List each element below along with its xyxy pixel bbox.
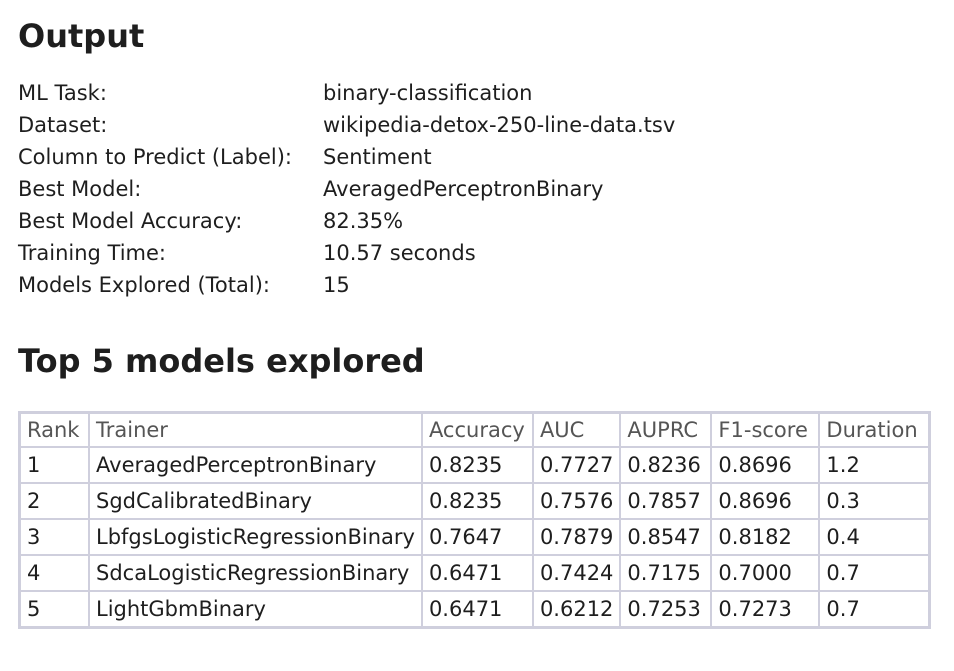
cell-rank: 1 — [18, 446, 90, 484]
summary-row-ml-task: ML Task: binary-classification — [18, 77, 818, 109]
output-heading: Output — [18, 17, 145, 55]
cell-auc: 0.7879 — [531, 518, 622, 556]
cell-duration: 0.4 — [818, 518, 931, 556]
summary-value: AveragedPerceptronBinary — [323, 177, 604, 201]
summary-value: wikipedia-detox-250-line-data.tsv — [323, 113, 676, 137]
cell-trainer: LightGbmBinary — [88, 590, 423, 629]
summary-label: ML Task: — [18, 81, 107, 105]
cell-auc: 0.7727 — [531, 446, 622, 484]
summary-row-training-time: Training Time: 10.57 seconds — [18, 237, 818, 269]
table-row: 5 LightGbmBinary 0.6471 0.6212 0.7253 0.… — [18, 590, 931, 629]
cell-auprc: 0.7857 — [619, 482, 713, 520]
cell-duration: 0.7 — [818, 590, 931, 629]
column-header-trainer: Trainer — [88, 411, 423, 448]
column-header-rank: Rank — [18, 411, 90, 448]
column-header-f1-score: F1-score — [710, 411, 821, 448]
summary-label: Models Explored (Total): — [18, 273, 270, 297]
cell-auc: 0.6212 — [531, 590, 622, 629]
cell-auc: 0.7576 — [531, 482, 622, 520]
cell-auc: 0.7424 — [531, 554, 622, 592]
column-header-auc: AUC — [531, 411, 622, 448]
cell-f1-score: 0.7000 — [710, 554, 821, 592]
summary-row-models-explored: Models Explored (Total): 15 — [18, 269, 818, 301]
cell-duration: 0.3 — [818, 482, 931, 520]
table-header-row: Rank Trainer Accuracy AUC AUPRC F1-score… — [18, 411, 931, 448]
output-summary: ML Task: binary-classification Dataset: … — [18, 77, 818, 301]
top-models-table: Rank Trainer Accuracy AUC AUPRC F1-score… — [18, 411, 932, 629]
cell-rank: 2 — [18, 482, 90, 520]
summary-value: 82.35% — [323, 209, 404, 233]
cell-rank: 3 — [18, 518, 90, 556]
column-header-accuracy: Accuracy — [420, 411, 534, 448]
summary-value: binary-classification — [323, 81, 533, 105]
summary-value: Sentiment — [323, 145, 432, 169]
cell-duration: 0.7 — [818, 554, 931, 592]
summary-value: 10.57 seconds — [323, 241, 476, 265]
table-row: 2 SgdCalibratedBinary 0.8235 0.7576 0.78… — [18, 482, 931, 520]
cell-f1-score: 0.8696 — [710, 446, 821, 484]
cell-rank: 4 — [18, 554, 90, 592]
summary-label: Dataset: — [18, 113, 108, 137]
cell-auprc: 0.7175 — [619, 554, 713, 592]
summary-row-best-accuracy: Best Model Accuracy: 82.35% — [18, 205, 818, 237]
summary-row-label-column: Column to Predict (Label): Sentiment — [18, 141, 818, 173]
summary-row-best-model: Best Model: AveragedPerceptronBinary — [18, 173, 818, 205]
cell-accuracy: 0.8235 — [420, 482, 534, 520]
table-row: 4 SdcaLogisticRegressionBinary 0.6471 0.… — [18, 554, 931, 592]
cell-duration: 1.2 — [818, 446, 931, 484]
cell-f1-score: 0.7273 — [710, 590, 821, 629]
cell-f1-score: 0.8182 — [710, 518, 821, 556]
column-header-duration: Duration — [818, 411, 931, 448]
table-row: 1 AveragedPerceptronBinary 0.8235 0.7727… — [18, 446, 931, 484]
cell-accuracy: 0.6471 — [420, 590, 534, 629]
cell-rank: 5 — [18, 590, 90, 629]
summary-row-dataset: Dataset: wikipedia-detox-250-line-data.t… — [18, 109, 818, 141]
cell-trainer: LbfgsLogisticRegressionBinary — [88, 518, 423, 556]
cell-trainer: SdcaLogisticRegressionBinary — [88, 554, 423, 592]
cell-trainer: AveragedPerceptronBinary — [88, 446, 423, 484]
cell-trainer: SgdCalibratedBinary — [88, 482, 423, 520]
cell-f1-score: 0.8696 — [710, 482, 821, 520]
cell-auprc: 0.8236 — [619, 446, 713, 484]
cell-accuracy: 0.6471 — [420, 554, 534, 592]
summary-label: Best Model: — [18, 177, 142, 201]
summary-label: Training Time: — [18, 241, 167, 265]
summary-label: Column to Predict (Label): — [18, 145, 292, 169]
cell-auprc: 0.8547 — [619, 518, 713, 556]
cell-auprc: 0.7253 — [619, 590, 713, 629]
cell-accuracy: 0.7647 — [420, 518, 534, 556]
report-page: Output ML Task: binary-classification Da… — [18, 0, 954, 671]
table-row: 3 LbfgsLogisticRegressionBinary 0.7647 0… — [18, 518, 931, 556]
column-header-auprc: AUPRC — [619, 411, 713, 448]
cell-accuracy: 0.8235 — [420, 446, 534, 484]
summary-value: 15 — [323, 273, 350, 297]
summary-label: Best Model Accuracy: — [18, 209, 243, 233]
top-models-heading: Top 5 models explored — [18, 342, 425, 380]
